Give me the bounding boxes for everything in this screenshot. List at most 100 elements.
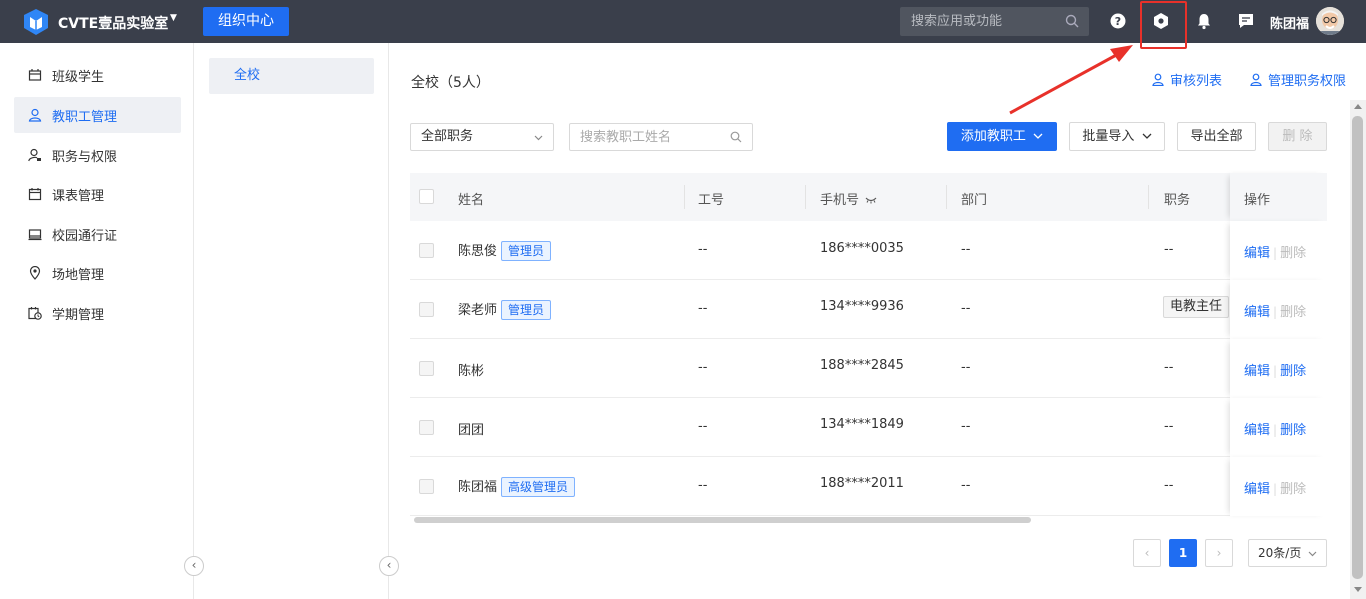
ops-links: 编辑 | 删除: [1244, 478, 1306, 497]
nav-item-campus-pass[interactable]: 校园通行证: [14, 216, 181, 252]
app-switch-caret-icon[interactable]: ▼: [170, 13, 177, 23]
annotation-highlight-box: [1140, 1, 1187, 49]
column-divider: [684, 185, 685, 209]
vertical-scrollbar-thumb[interactable]: [1352, 116, 1363, 579]
edit-link[interactable]: 编辑: [1244, 305, 1270, 320]
ops-links: 编辑 | 删除: [1244, 301, 1306, 320]
ops-cell: 编辑 | 删除: [1230, 339, 1327, 398]
global-search[interactable]: [900, 7, 1089, 36]
staff-phone: 188****2011: [820, 476, 904, 491]
search-icon[interactable]: [730, 131, 742, 143]
staff-search[interactable]: [569, 123, 753, 151]
column-divider: [1148, 185, 1149, 209]
global-search-input[interactable]: [900, 7, 1060, 36]
staff-name[interactable]: 陈彬: [458, 360, 484, 379]
ops-divider: |: [1273, 246, 1278, 260]
search-icon[interactable]: [1065, 14, 1079, 28]
staff-name-cell[interactable]: 陈思俊 管理员: [458, 240, 552, 261]
table-header: 姓名 工号 手机号 部门 职务 操作: [410, 173, 1327, 221]
notification-bell-icon[interactable]: [1195, 12, 1213, 30]
nav-item-label: 课表管理: [52, 188, 105, 204]
scroll-up-arrow-icon[interactable]: [1354, 104, 1362, 109]
select-all-checkbox[interactable]: [419, 189, 434, 204]
avatar-image-icon: [1316, 7, 1344, 35]
edit-link[interactable]: 编辑: [1244, 423, 1270, 438]
ops-divider: |: [1273, 482, 1278, 496]
staff-name: 陈思俊: [458, 244, 498, 259]
help-icon[interactable]: ?: [1109, 12, 1127, 30]
nav-item-semester-management[interactable]: 学期管理: [14, 295, 181, 331]
nav-item-venue-management[interactable]: 场地管理: [14, 255, 181, 291]
header-name[interactable]: 姓名: [458, 189, 484, 208]
eye-closed-icon[interactable]: [865, 196, 877, 204]
nav-item-roles-permissions[interactable]: 职务与权限: [14, 137, 181, 173]
collapse-tree-button[interactable]: ‹: [379, 556, 399, 576]
batch-import-button[interactable]: 批量导入: [1069, 122, 1165, 151]
row-checkbox[interactable]: [419, 302, 434, 317]
delete-link[interactable]: 删除: [1280, 364, 1306, 379]
staff-name-cell[interactable]: 梁老师 管理员: [458, 299, 552, 320]
org-tree-pane: 全校: [194, 43, 389, 599]
export-all-button[interactable]: 导出全部: [1177, 122, 1256, 151]
page-title: 全校（5人）: [411, 75, 490, 91]
svg-text:?: ?: [1115, 15, 1121, 28]
ops-cell: 编辑 | 删除: [1230, 221, 1327, 280]
tree-item-whole-school[interactable]: 全校: [209, 58, 374, 94]
avatar[interactable]: [1316, 7, 1344, 35]
role-filter-select[interactable]: 全部职务: [410, 123, 554, 151]
role-tag: 高级管理员: [501, 477, 576, 497]
nav-item-schedule[interactable]: 课表管理: [14, 176, 181, 212]
chevron-down-icon: [1033, 133, 1043, 139]
staff-name-cell[interactable]: 陈团福 高级管理员: [458, 476, 576, 497]
calendar-icon: [28, 188, 42, 201]
ops-divider: |: [1273, 423, 1278, 437]
card-icon: [28, 229, 42, 241]
header-phone[interactable]: 手机号: [820, 189, 877, 208]
row-checkbox[interactable]: [419, 361, 434, 376]
review-list-link[interactable]: 审核列表: [1152, 70, 1222, 89]
scroll-down-arrow-icon[interactable]: [1354, 587, 1362, 592]
row-checkbox[interactable]: [419, 420, 434, 435]
ops-links: 编辑 | 删除: [1244, 242, 1306, 261]
app-title[interactable]: CVTE壹品实验室: [58, 13, 168, 33]
staff-phone: 186****0035: [820, 241, 904, 256]
nav-item-class-students[interactable]: 班级学生: [14, 57, 181, 93]
row-checkbox[interactable]: [419, 243, 434, 258]
page-number-button[interactable]: 1: [1169, 539, 1197, 567]
column-divider: [946, 185, 947, 209]
delete-link-disabled[interactable]: 删除: [1280, 246, 1306, 261]
staff-name[interactable]: 团团: [458, 419, 484, 438]
column-divider: [805, 185, 806, 209]
page-size-select[interactable]: 20条/页: [1248, 539, 1327, 567]
row-checkbox[interactable]: [419, 479, 434, 494]
message-icon[interactable]: [1237, 12, 1255, 30]
user-permission-icon: [28, 148, 41, 162]
nav-item-staff-management[interactable]: 教职工管理: [14, 97, 181, 133]
role-filter-value: 全部职务: [421, 129, 474, 144]
header-id[interactable]: 工号: [698, 189, 724, 208]
org-center-button[interactable]: 组织中心: [203, 7, 289, 36]
ops-cell: 编辑 | 删除: [1230, 457, 1327, 516]
edit-link[interactable]: 编辑: [1244, 482, 1270, 497]
edit-link[interactable]: 编辑: [1244, 246, 1270, 261]
delete-link[interactable]: 删除: [1280, 423, 1306, 438]
manage-permissions-link[interactable]: 管理职务权限: [1250, 70, 1346, 89]
username[interactable]: 陈团福: [1270, 13, 1309, 32]
table-row: 陈思俊 管理员 -- 186****0035 -- -- 编辑 | 删除: [410, 221, 1327, 280]
add-staff-label: 添加教职工: [960, 129, 1026, 144]
nav-item-label: 学期管理: [52, 307, 105, 323]
staff-role: --: [1164, 419, 1174, 434]
delete-link-disabled[interactable]: 删除: [1280, 305, 1306, 320]
edit-link[interactable]: 编辑: [1244, 364, 1270, 379]
horizontal-scrollbar[interactable]: [414, 517, 1031, 523]
header-role[interactable]: 职务: [1164, 189, 1190, 208]
delete-link-disabled[interactable]: 删除: [1280, 482, 1306, 497]
add-staff-button[interactable]: 添加教职工: [947, 122, 1057, 151]
next-page-button[interactable]: ›: [1205, 539, 1233, 567]
prev-page-button[interactable]: ‹: [1133, 539, 1161, 567]
delete-button[interactable]: 删 除: [1268, 122, 1327, 151]
user-icon: [1250, 73, 1262, 86]
staff-search-input[interactable]: [570, 124, 720, 150]
location-icon: [29, 266, 41, 280]
header-dept[interactable]: 部门: [961, 189, 987, 208]
